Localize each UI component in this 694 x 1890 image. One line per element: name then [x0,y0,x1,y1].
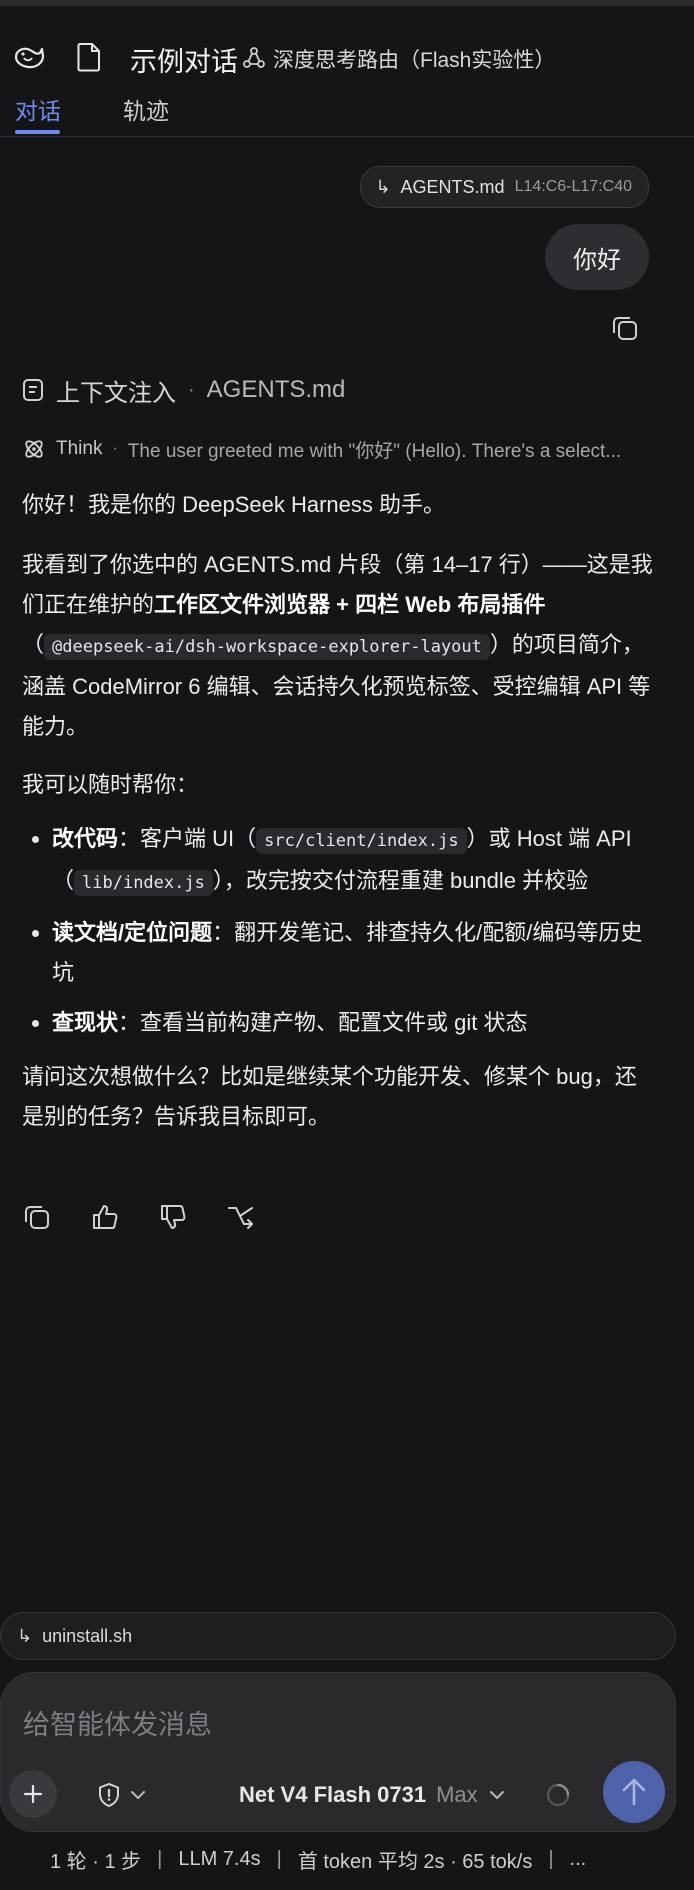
answer-text: （ [22,632,45,657]
plus-icon [23,1784,43,1804]
message-input-placeholder[interactable]: 给智能体发消息 [23,1703,212,1742]
list-item: 查现状：查看当前构建产物、配置文件或 git 状态 [52,1003,658,1043]
status-separator: | [548,1847,554,1870]
inline-code: lib/index.js [74,870,213,896]
chevron-down-icon [489,1791,504,1799]
answer-paragraph: 你好！我是你的 DeepSeek Harness 助手。 [22,492,445,517]
bullet-title: 读文档/定位问题 [52,920,213,945]
thumbs-up-icon[interactable] [90,1202,120,1232]
inline-code: @deepseek-ai/dsh-workspace-explorer-layo… [44,634,490,660]
chevron-down-icon [131,1791,145,1799]
separator-dot: · [112,440,118,457]
document-icon[interactable] [76,42,102,72]
shield-icon [99,1783,119,1807]
route-icon [243,47,265,68]
answer-paragraph: 我可以随时帮你： [22,772,199,797]
assistant-message: 你好！我是你的 DeepSeek Harness 助手。 我看到了你选中的 AG… [22,485,658,1149]
context-file-name: AGENTS.md [206,376,346,403]
separator-dot: · [188,378,195,401]
think-atom-icon [25,440,43,458]
think-label: Think [56,438,103,459]
bullet-title: 查现状 [52,1010,119,1035]
permission-mode-button[interactable] [97,1777,147,1813]
tab-trajectory[interactable]: 轨迹 [123,92,169,126]
send-button[interactable] [603,1761,665,1823]
think-summary-text: The user greeted me with "你好" (Hello). T… [127,440,622,462]
status-more[interactable]: ... [570,1848,587,1871]
context-injection-row[interactable]: 上下文注入 · AGENTS.md [22,372,345,408]
status-rounds: 1 轮 · 1 步 [50,1850,142,1873]
model-name: Net V4 Flash 0731 [239,1782,427,1807]
conversation-title: 示例对话 [130,47,238,77]
selection-reference-chip[interactable]: ↳ AGENTS.md L14:C6-L17:C40 [360,166,649,208]
reference-range: L14:C6-L17:C40 [514,178,632,195]
model-mode: Max [436,1782,478,1807]
copy-icon[interactable] [610,313,640,343]
list-item: 改代码：客户端 UI（src/client/index.js）或 Host 端 … [52,819,658,903]
reference-file-name: AGENTS.md [400,176,505,197]
bullet-text: ：查看当前构建产物、配置文件或 git 状态 [118,1010,528,1035]
status-bar: 1 轮 · 1 步 | LLM 7.4s | 首 token 平均 2s · 6… [0,1844,694,1874]
answer-paragraph: 我看到了你选中的 AGENTS.md 片段（第 14–17 行）——这是我们正在… [22,545,658,747]
status-separator: | [157,1847,163,1870]
attachment-file-name: uninstall.sh [42,1625,133,1646]
list-item: 读文档/定位问题：翻开发笔记、排查持久化/配额/编码等历史坑 [52,913,658,993]
message-actions [22,1202,256,1234]
bullet-text: ：客户端 UI（ [118,826,257,851]
inline-code: src/client/index.js [256,828,467,854]
conversation-header: 示例对话 深度思考路由（Flash实验性） 对话 轨迹 [0,6,694,137]
model-selector[interactable]: Net V4 Flash 0731 Max [239,1777,506,1813]
copy-icon[interactable] [22,1202,52,1232]
status-token-rate: 首 token 平均 2s · 65 tok/s [297,1850,533,1873]
routing-mode-label[interactable]: 深度思考路由（Flash实验性） [273,44,555,74]
active-tab-indicator [15,130,60,134]
user-message-bubble: 你好 [545,224,649,290]
arrow-up-icon [622,1778,646,1806]
attachment-chip[interactable]: ↳ uninstall.sh [0,1612,676,1660]
thumbs-down-icon[interactable] [158,1202,188,1232]
think-summary-row[interactable]: Think · The user greeted me with "你好" (H… [22,434,654,464]
user-message-text: 你好 [573,246,621,274]
attachment-arrow-icon: ↳ [17,1625,33,1646]
answer-bold-text: 工作区文件浏览器 + 四栏 Web 布局插件 [154,592,546,617]
branch-icon[interactable] [226,1202,256,1232]
message-composer[interactable]: 给智能体发消息 Net V4 Flash 0731 Max [0,1672,676,1832]
answer-paragraph: 请问这次想做什么？比如是继续某个功能开发、修某个 bug，还是别的任务？告诉我目… [22,1064,637,1129]
answer-bullet-list: 改代码：客户端 UI（src/client/index.js）或 Host 端 … [22,819,658,1043]
add-attachment-button[interactable] [9,1770,57,1818]
context-document-icon [23,379,43,401]
bullet-text: ），改完按交付流程重建 bundle 并校验 [212,868,589,893]
status-separator: | [276,1847,282,1870]
status-llm-time: LLM 7.4s [178,1847,261,1870]
whale-logo-icon[interactable] [12,40,46,74]
bullet-title: 改代码 [52,826,119,851]
tab-conversation[interactable]: 对话 [15,92,61,126]
context-injection-label: 上下文注入 [56,379,176,407]
reference-arrow-icon: ↳ [375,176,391,197]
loading-spinner-icon [546,1783,570,1807]
